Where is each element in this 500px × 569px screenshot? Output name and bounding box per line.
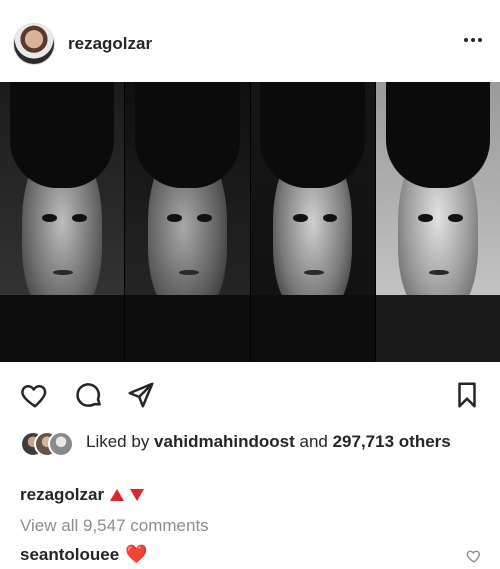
likes-prefix: Liked by [86,432,155,451]
portrait-eye [447,213,463,222]
caption: rezagolzar [20,485,145,505]
heart-icon[interactable] [20,380,50,410]
more-options-icon[interactable] [460,30,486,50]
post-image[interactable] [0,82,500,362]
portrait-hair [135,82,240,189]
bookmark-icon[interactable] [452,380,482,410]
photo-panel [125,82,251,362]
portrait-hair [260,82,365,189]
portrait-suit [0,294,125,362]
likes-suffix[interactable]: others [394,432,451,451]
dot-icon [464,38,468,42]
portrait-eye [197,213,213,222]
avatar[interactable] [14,24,54,64]
portrait-mouth [178,269,199,276]
post-username[interactable]: rezagolzar [68,34,152,54]
portrait-eye [72,213,87,222]
portrait-eye [417,213,433,222]
portrait-mouth [303,269,324,276]
portrait-suit [250,294,375,362]
liker-avatar [48,431,74,457]
share-icon[interactable] [126,380,156,410]
likes-middle: and [294,432,333,451]
portrait-suit [125,294,250,362]
liker-avatars[interactable] [20,431,80,457]
photo-panel [375,82,500,362]
comment-username[interactable]: seantolouee [20,545,119,564]
caption-username[interactable]: rezagolzar [20,485,104,504]
likes-text: Liked by vahidmahindoost and 297,713 oth… [86,430,490,453]
portrait-mouth [429,269,450,276]
comment-icon[interactable] [74,380,104,410]
post-header: rezagolzar [0,0,500,82]
portrait-hair [9,82,115,189]
portrait-eye [292,213,308,222]
dot-icon [478,38,482,42]
portrait-eye [42,213,58,222]
photo-panel [0,82,126,362]
red-up-triangle-icon [110,489,125,501]
action-bar [0,362,500,426]
view-all-comments-link[interactable]: View all 9,547 comments [20,516,209,536]
comment-text: ❤️ [125,544,148,564]
red-down-triangle-icon [130,489,145,501]
comment-row: seantolouee ❤️ [20,544,148,565]
dot-icon [471,38,475,42]
photo-panel [250,82,376,362]
comment-heart-icon[interactable] [466,548,482,564]
likes-count[interactable]: 297,713 [333,432,394,451]
portrait-suit [375,294,500,362]
portrait-hair [385,82,491,189]
liker-username[interactable]: vahidmahindoost [154,432,295,451]
